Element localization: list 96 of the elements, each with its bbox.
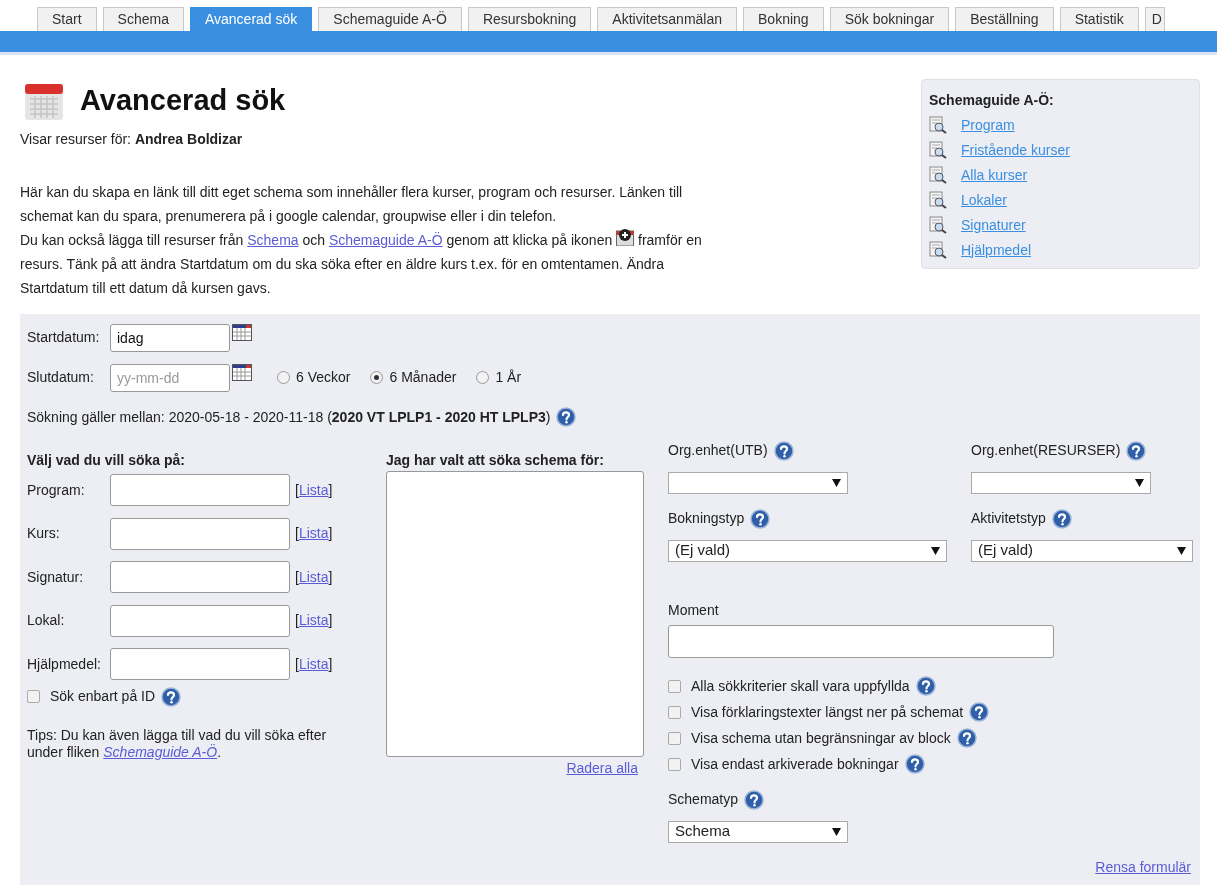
- list-link[interactable]: [Lista]: [295, 653, 333, 675]
- dropdown[interactable]: Schema: [668, 820, 848, 843]
- nav-tab[interactable]: Start: [37, 7, 97, 31]
- checkbox[interactable]: [668, 705, 681, 719]
- help-icon: [956, 728, 977, 748]
- text-field[interactable]: [110, 648, 290, 680]
- text-field[interactable]: [110, 517, 290, 550]
- checkbox-label: Alla sökkriterier skall vara uppfyllda: [691, 676, 910, 696]
- magnifier-document-icon: [929, 141, 947, 159]
- clear-link[interactable]: Radera alla: [566, 759, 638, 776]
- date-field[interactable]: yy-mm-dd: [110, 363, 230, 392]
- field-label: Bokningstyp: [668, 509, 745, 528]
- magnifier-document-icon: [929, 216, 947, 234]
- help-icon: [1126, 440, 1147, 461]
- radio-button[interactable]: [370, 371, 384, 384]
- list-link[interactable]: [Lista]: [295, 523, 333, 544]
- sidebar-title: Schemaguide A-Ö:: [929, 91, 1055, 110]
- section-title: Jag har valt att söka schema för:: [386, 450, 605, 470]
- text-link[interactable]: Schemaguide A-Ö: [103, 744, 218, 760]
- help-icon: [556, 407, 577, 427]
- help-icon: [161, 686, 182, 707]
- magnifier-document-icon: [929, 241, 947, 259]
- field-label: Startdatum:: [27, 328, 101, 347]
- list-link[interactable]: [Lista]: [295, 479, 333, 501]
- checkbox-label: Visa endast arkiverade bokningar: [691, 754, 899, 774]
- field-label: Schematyp: [668, 790, 739, 809]
- field-label: Kurs:: [27, 524, 61, 543]
- checkbox[interactable]: [27, 690, 40, 703]
- dropdown[interactable]: [971, 471, 1151, 494]
- user-subtitle: Visar resurser för: Andrea Boldizar: [20, 129, 244, 149]
- checkbox-label: Sök enbart på ID: [50, 687, 156, 706]
- text-field[interactable]: [110, 474, 290, 506]
- text-field[interactable]: [110, 604, 290, 637]
- help-icon: [773, 440, 794, 461]
- field-label: Slutdatum:: [27, 368, 95, 387]
- radio-label: 6 Månader: [389, 368, 457, 387]
- dropdown-arrow-icon: [832, 827, 841, 836]
- help-icon: [1051, 508, 1072, 529]
- help-icon: [904, 754, 925, 774]
- nav-tab[interactable]: Resursbokning: [467, 7, 592, 31]
- field-label: Program:: [27, 480, 86, 500]
- nav-tab[interactable]: Beställning: [955, 7, 1054, 31]
- field-label: Lokal:: [27, 611, 66, 630]
- text-link[interactable]: Schema: [247, 231, 299, 248]
- checkbox[interactable]: [668, 731, 681, 745]
- list-link[interactable]: [Lista]: [295, 566, 333, 588]
- dropdown[interactable]: [668, 471, 848, 494]
- text-link[interactable]: Schemaguide A-Ö: [328, 231, 443, 248]
- nav-tab[interactable]: Aktivitetsanmälan: [597, 7, 738, 31]
- tips-text: Tips: Du kan även lägga till vad du vill söka efter under fliken Schemaguide A-Ö.: [27, 727, 328, 761]
- help-icon: [915, 676, 936, 696]
- radio-label: 1 År: [495, 368, 522, 387]
- dropdown[interactable]: (Ej vald): [971, 539, 1193, 562]
- checkbox-label: Visa schema utan begränsningar av block: [691, 728, 951, 748]
- nav-tab[interactable]: Schema: [102, 7, 184, 31]
- dropdown-arrow-icon: [832, 478, 841, 487]
- text-field[interactable]: [110, 561, 290, 593]
- checkbox[interactable]: [668, 757, 681, 771]
- help-icon: [744, 789, 765, 810]
- magnifier-document-icon: [929, 166, 947, 184]
- section-title: Välj vad du vill söka på:: [27, 450, 186, 470]
- list-link[interactable]: [Lista]: [295, 610, 333, 631]
- reset-link[interactable]: Rensa formulär: [1095, 858, 1191, 875]
- nav-tab[interactable]: Schemaguide A-Ö: [318, 7, 462, 31]
- dropdown[interactable]: (Ej vald): [668, 539, 947, 562]
- nav-tab[interactable]: Sök bokningar: [829, 7, 950, 31]
- field-label: Aktivitetstyp: [971, 509, 1046, 528]
- calendar-icon: [232, 363, 252, 381]
- field-label: Org.enhet(UTB): [668, 441, 768, 460]
- text-field[interactable]: [668, 624, 1054, 658]
- nav-tab[interactable]: Bokning: [743, 7, 824, 31]
- magnifier-document-icon: [929, 116, 947, 134]
- checkbox-label: Visa förklaringstexter längst ner på schemat: [691, 702, 964, 722]
- intro-paragraph: Här kan du skapa en länk till ditt eget schema som innehåller flera kurser, program och resurser. Länken till schemat kan du spara, prenumerera på i google calendar, groupwise eller i din telefon.: [20, 182, 684, 226]
- field-label: Moment: [668, 600, 720, 620]
- calendar-icon: [232, 323, 252, 341]
- calendar-add-icon: [616, 227, 635, 246]
- nav-tab[interactable]: Statistik: [1059, 7, 1139, 31]
- help-icon: [750, 508, 771, 529]
- dropdown-arrow-icon: [1135, 478, 1144, 487]
- field-label: Signatur:: [27, 567, 85, 587]
- intro-paragraph: Du kan också lägga till resurser från Schema och Schemaguide A-Ö genom att klicka på ikonen framför en resurs. Tänk på att ändra Startdatum om du ska söka efter en äldre kurs t.ex. för en omtentamen. Ändra Startdatum till ett datum då kursen gavs.: [20, 227, 730, 300]
- field-label: Hjälpmedel:: [27, 654, 102, 674]
- search-period-text: Sökning gäller mellan: 2020-05-18 - 2020-11-18 (2020 VT LPLP1 - 2020 HT LPLP3): [27, 407, 551, 427]
- nav-tab[interactable]: D: [1144, 7, 1165, 31]
- radio-label: 6 Veckor: [296, 368, 351, 387]
- help-icon: [969, 702, 990, 722]
- page-title: Avancerad sök: [80, 83, 286, 118]
- checkbox[interactable]: [668, 679, 681, 693]
- radio-button[interactable]: [277, 371, 290, 384]
- dropdown-arrow-icon: [931, 546, 940, 555]
- radio-button[interactable]: [476, 371, 490, 384]
- dropdown-arrow-icon: [1177, 546, 1186, 555]
- field-label: Org.enhet(RESURSER): [971, 441, 1121, 460]
- magnifier-document-icon: [929, 191, 947, 209]
- date-field[interactable]: idag: [110, 323, 230, 352]
